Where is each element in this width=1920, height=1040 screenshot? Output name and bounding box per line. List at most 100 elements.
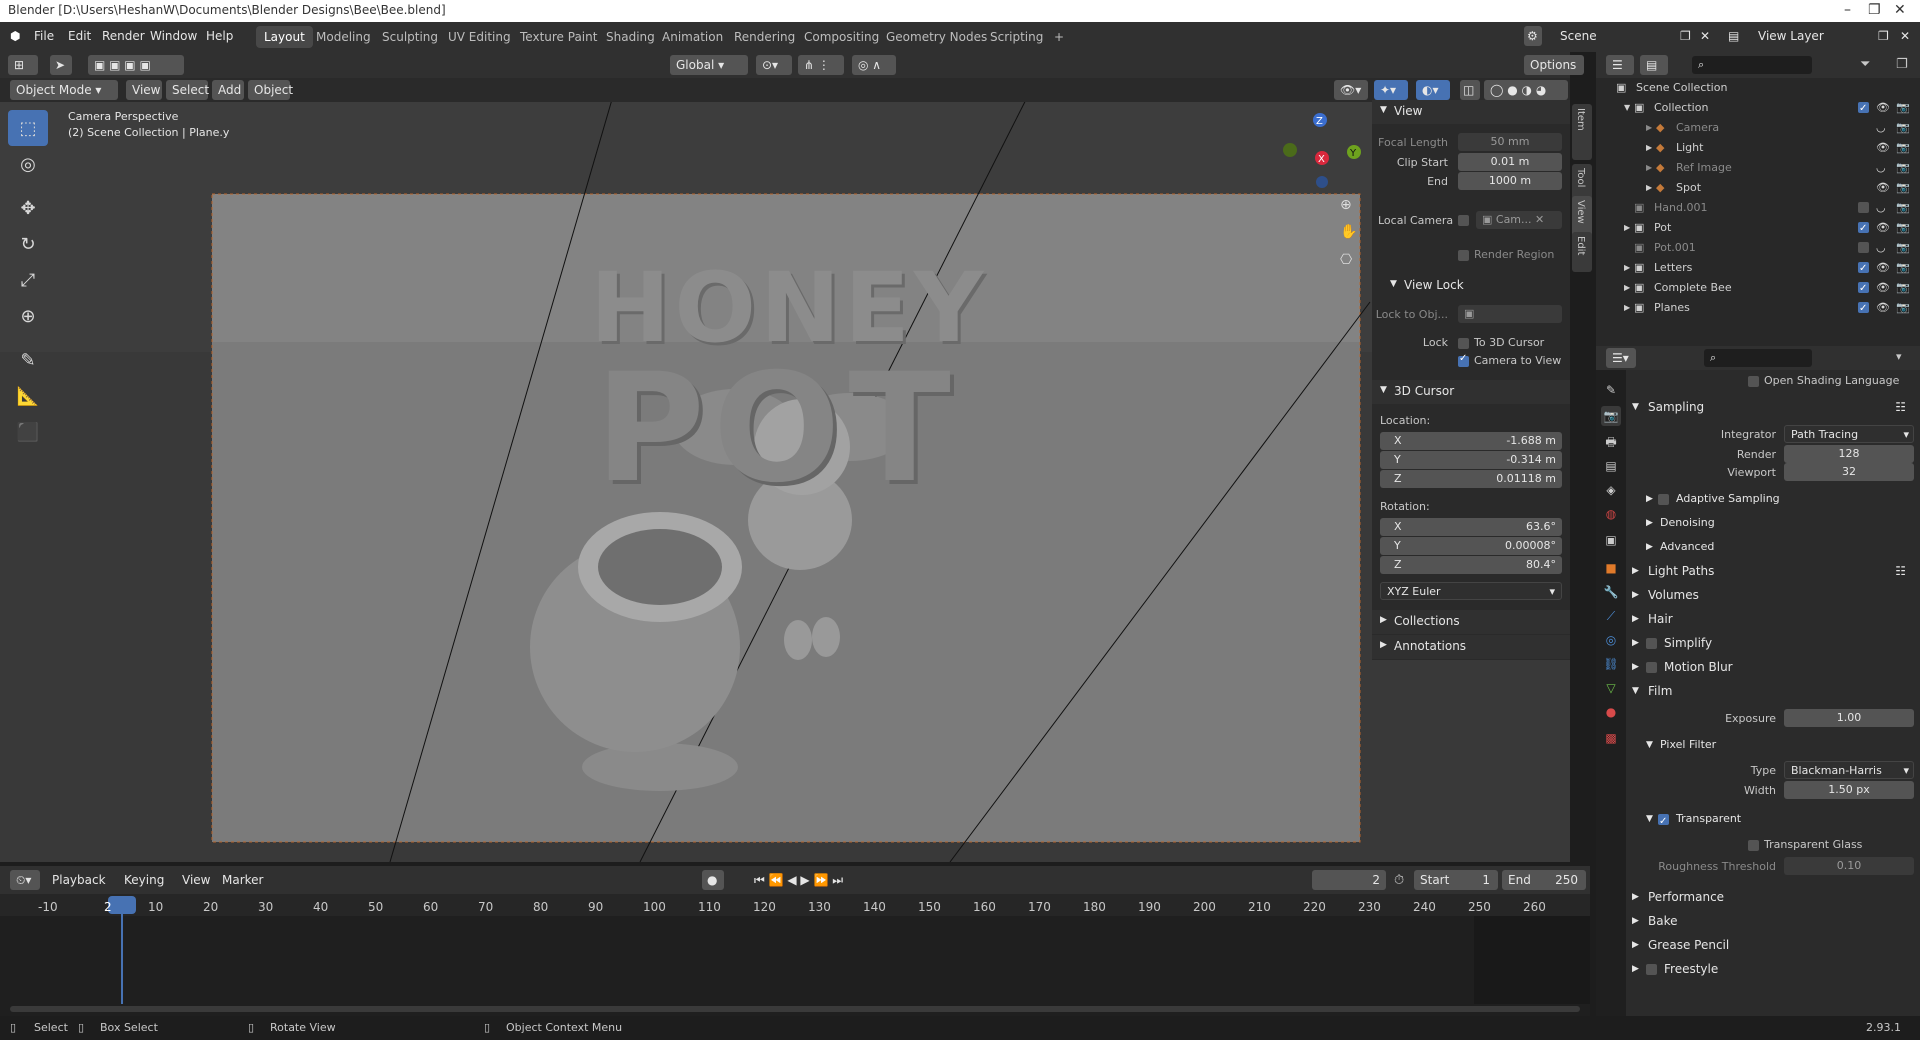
filter-type-select[interactable]: Blackman-Harris ▾ [1784, 761, 1914, 779]
exposure-field[interactable]: 1.00 [1784, 709, 1914, 727]
add-cube-tool-icon[interactable]: ⬛ [8, 414, 48, 450]
pixel-filter-section[interactable]: ▼ Pixel Filter [1640, 734, 1920, 756]
integrator-select[interactable]: Path Tracing ▾ [1784, 425, 1914, 443]
eye-icon[interactable]: 👁 [1876, 258, 1890, 278]
properties-search-input[interactable]: ⌕ [1704, 349, 1812, 367]
collections-section-header[interactable]: ▶ Collections [1372, 610, 1570, 634]
tab-texture-paint[interactable]: Texture Paint [512, 26, 605, 48]
zoom-icon[interactable]: ⊕ [1340, 197, 1352, 213]
data-tab-icon[interactable]: ▽ [1601, 678, 1621, 698]
cursor-location-z[interactable]: Z 0.01118 m [1380, 470, 1562, 488]
menu-edit[interactable]: Edit [68, 29, 91, 43]
outliner-row[interactable]: ▶ ◆ Ref Image ◡ 📷 [1596, 158, 1920, 178]
xray-icon[interactable]: ◫ [1460, 80, 1480, 100]
outliner-row[interactable]: ▶▣ Planes 👁 📷 [1596, 298, 1920, 319]
eye-hidden-icon[interactable]: ◡ [1876, 238, 1886, 258]
osl-checkbox[interactable] [1748, 376, 1759, 387]
rotate-tool-icon[interactable]: ↻ [8, 226, 48, 262]
exclude-checkbox[interactable] [1858, 202, 1869, 213]
timeline-editor-icon[interactable]: ⏲▾ [10, 870, 40, 890]
tool-tab-icon[interactable]: ✎ [1601, 380, 1621, 400]
outliner-row-scene-collection[interactable]: ▣ Scene Collection [1596, 78, 1920, 98]
eye-hidden-icon[interactable]: ◡ [1876, 158, 1886, 178]
adaptive-sampling-checkbox[interactable] [1658, 494, 1669, 505]
minimize-icon[interactable]: – [1844, 2, 1851, 18]
camera-render-icon[interactable]: 📷 [1896, 298, 1910, 318]
focal-length-field[interactable]: 50 mm [1458, 133, 1562, 151]
tab-geometry-nodes[interactable]: Geometry Nodes [878, 26, 995, 48]
object-mode-select[interactable]: Object Mode ▾ [10, 80, 118, 100]
eye-icon[interactable]: 👁 [1876, 298, 1890, 318]
maximize-icon[interactable]: ❐ [1868, 2, 1881, 18]
menu-file[interactable]: File [34, 29, 54, 43]
camera-render-icon[interactable]: 📷 [1896, 158, 1910, 178]
denoising-section[interactable]: ▶ Denoising [1640, 512, 1920, 534]
tab-uv-editing[interactable]: UV Editing [440, 26, 519, 48]
outliner-row[interactable]: ▶▣ Complete Bee 👁 📷 [1596, 278, 1920, 299]
output-tab-icon[interactable]: 🖶 [1601, 432, 1621, 452]
cursor-rotation-y[interactable]: Y 0.00008° [1380, 537, 1562, 555]
gizmo-neg-z-axis[interactable] [1316, 176, 1328, 188]
annotations-section-header[interactable]: ▶ Annotations [1372, 635, 1570, 659]
volumes-section[interactable]: ▶ Volumes [1626, 584, 1920, 606]
sampling-section[interactable]: ▼ Sampling ☷ [1626, 396, 1920, 418]
scene-tab-icon[interactable]: ◈ [1601, 480, 1621, 500]
tab-modeling[interactable]: Modeling [308, 26, 379, 48]
camera-render-icon[interactable]: 📷 [1896, 258, 1910, 278]
measure-tool-icon[interactable]: 📐 [8, 378, 48, 414]
material-tab-icon[interactable]: ● [1601, 702, 1621, 722]
simplify-checkbox[interactable] [1646, 638, 1657, 649]
tab-animation[interactable]: Animation [654, 26, 731, 48]
outliner-search-input[interactable]: ⌕ [1692, 56, 1812, 74]
new-scene-icon[interactable]: ❐ [1680, 29, 1691, 43]
delete-view-layer-icon[interactable]: ✕ [1900, 29, 1910, 43]
marker-menu[interactable]: Marker [216, 870, 266, 890]
transparent-glass-checkbox[interactable] [1748, 840, 1759, 851]
camera-render-icon[interactable]: 📷 [1896, 198, 1910, 218]
timeline-view-menu[interactable]: View [176, 870, 216, 890]
exclude-checkbox[interactable] [1858, 299, 1869, 319]
camera-render-icon[interactable]: 📷 [1896, 138, 1910, 158]
view-lock-section-header[interactable]: ▼ View Lock [1382, 274, 1570, 298]
grease-pencil-section[interactable]: ▶ Grease Pencil [1626, 934, 1920, 956]
current-frame-field[interactable]: 2 [1312, 870, 1386, 890]
camera-to-view-checkbox[interactable] [1458, 353, 1469, 367]
adaptive-sampling-section[interactable]: ▶ Adaptive Sampling [1640, 488, 1920, 510]
tab-layout[interactable]: Layout [256, 26, 313, 48]
outliner-row[interactable]: ▼▣ Collection 👁 📷 [1596, 98, 1920, 119]
outliner-row[interactable]: ▶ ◆ Spot 👁 📷 [1596, 178, 1920, 198]
cursor-rotation-x[interactable]: X 63.6° [1380, 518, 1562, 536]
transform-orientation-select[interactable]: Global ▾ [670, 55, 748, 75]
film-section[interactable]: ▼ Film [1626, 680, 1920, 702]
cursor-location-y[interactable]: Y -0.314 m [1380, 451, 1562, 469]
local-camera-field[interactable]: ▣ Cam... ✕ [1476, 211, 1562, 229]
view-layer-name[interactable]: View Layer [1758, 29, 1824, 43]
cursor-location-x[interactable]: X -1.688 m [1380, 432, 1562, 450]
tab-sculpting[interactable]: Sculpting [374, 26, 446, 48]
timeline-ruler[interactable] [0, 894, 1590, 916]
scale-tool-icon[interactable]: ⤢ [8, 262, 48, 298]
simplify-section[interactable]: ▶ Simplify [1626, 632, 1920, 654]
cursor-tool-icon[interactable]: ◎ [8, 146, 48, 182]
eye-icon[interactable]: 👁 [1876, 218, 1890, 238]
select-tool-icon[interactable]: ➤ [50, 55, 72, 75]
end-frame-field[interactable]: End 250 [1502, 870, 1586, 890]
menu-add[interactable]: Add [212, 80, 244, 100]
hair-section[interactable]: ▶ Hair [1626, 608, 1920, 630]
exclude-checkbox[interactable] [1858, 242, 1869, 253]
pan-hand-icon[interactable]: ✋ [1340, 224, 1357, 240]
annotate-tool-icon[interactable]: ✎ [8, 342, 48, 378]
camera-render-icon[interactable]: 📷 [1896, 118, 1910, 138]
scene-name[interactable]: Scene [1560, 29, 1597, 43]
camera-render-icon[interactable]: 📷 [1896, 218, 1910, 238]
blender-logo-icon[interactable]: ⬢ [10, 29, 20, 43]
freestyle-section[interactable]: ▶ Freestyle [1626, 958, 1920, 980]
exclude-checkbox[interactable] [1858, 259, 1869, 279]
exclude-checkbox[interactable] [1858, 99, 1869, 119]
render-samples-field[interactable]: 128 [1784, 445, 1914, 463]
move-tool-icon[interactable]: ✥ [8, 190, 48, 226]
3d-viewport[interactable]: Z Y X HONEY POT Camera Perspective (2) S… [0, 52, 1570, 862]
tab-scripting[interactable]: Scripting [982, 26, 1051, 48]
camera-render-icon[interactable]: 📷 [1896, 278, 1910, 298]
modifier-tab-icon[interactable]: 🔧 [1601, 582, 1621, 602]
